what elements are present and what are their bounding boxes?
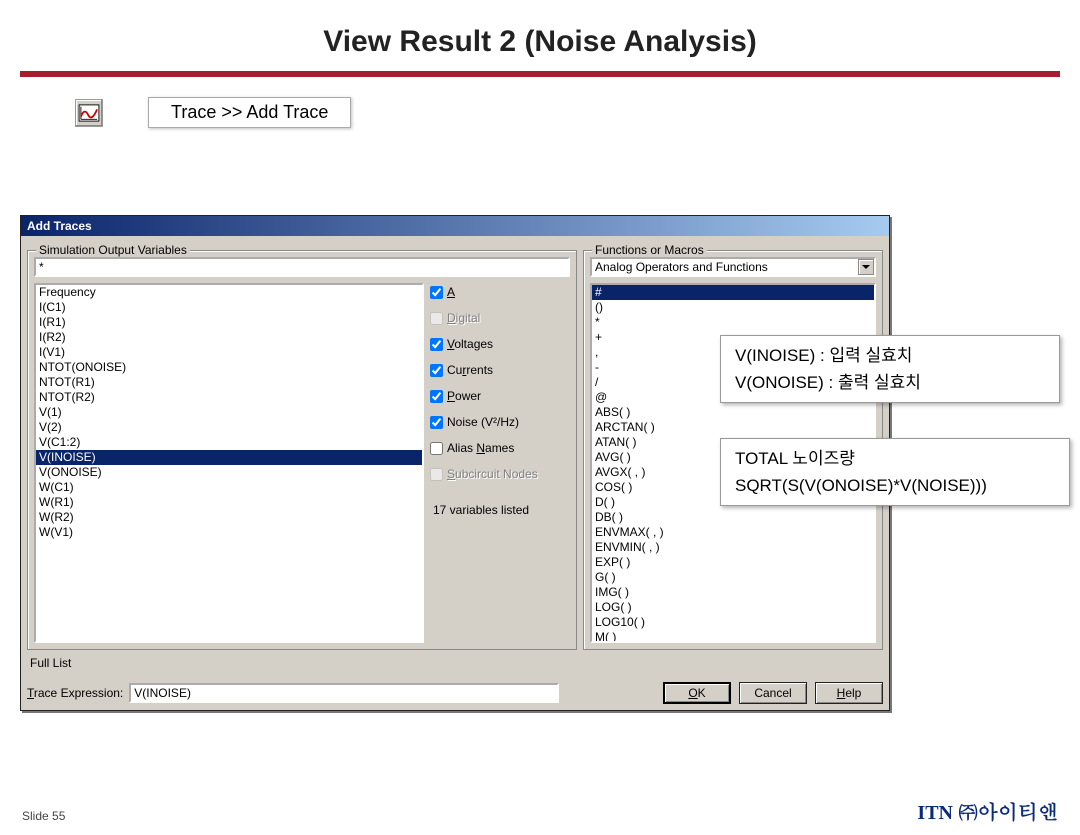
list-item[interactable]: I(R1) (36, 315, 422, 330)
list-item[interactable]: V(INOISE) (36, 450, 422, 465)
list-item[interactable]: EXP( ) (592, 555, 874, 570)
list-item[interactable]: V(1) (36, 405, 422, 420)
functions-dropdown-value[interactable] (590, 257, 876, 277)
list-item[interactable]: NTOT(ONOISE) (36, 360, 422, 375)
list-item[interactable]: IMG( ) (592, 585, 874, 600)
chk-alias[interactable]: Alias Names (430, 441, 570, 455)
sim-vars-group: Simulation Output Variables FrequencyI(C… (27, 250, 577, 650)
cancel-button[interactable]: Cancel (739, 682, 807, 704)
var-count: 17 variables listed (430, 503, 570, 517)
chk-analog[interactable]: A (430, 285, 570, 299)
annotation-line: V(INOISE) : 입력 실효치 (735, 342, 1045, 369)
chk-voltages[interactable]: Voltages (430, 337, 570, 351)
trace-expression-label: Trace Expression: (27, 686, 123, 700)
list-item[interactable]: ARCTAN( ) (592, 420, 874, 435)
annotation-inoise: V(INOISE) : 입력 실효치 V(ONOISE) : 출력 실효치 (720, 335, 1060, 403)
list-item[interactable]: I(C1) (36, 300, 422, 315)
list-item[interactable]: W(C1) (36, 480, 422, 495)
annotation-total-noise: TOTAL 노이즈량 SQRT(S(V(ONOISE)*V(NOISE))) (720, 438, 1070, 506)
chk-digital: Digital (430, 311, 570, 325)
list-item[interactable]: W(R1) (36, 495, 422, 510)
help-button[interactable]: Help (815, 682, 883, 704)
slide-number: Slide 55 (22, 809, 65, 823)
list-item[interactable]: M( ) (592, 630, 874, 643)
list-item[interactable]: G( ) (592, 570, 874, 585)
list-item[interactable]: Frequency (36, 285, 422, 300)
variables-listbox[interactable]: FrequencyI(C1)I(R1)I(R2)I(V1)NTOT(ONOISE… (34, 283, 424, 643)
chk-subcircuit: Subcircuit Nodes (430, 467, 570, 481)
list-item[interactable]: NTOT(R1) (36, 375, 422, 390)
list-item[interactable]: V(C1:2) (36, 435, 422, 450)
list-item[interactable]: NTOT(R2) (36, 390, 422, 405)
list-item[interactable]: DB( ) (592, 510, 874, 525)
chk-currents[interactable]: Currents (430, 363, 570, 377)
chk-power[interactable]: Power (430, 389, 570, 403)
filter-input[interactable] (34, 257, 570, 277)
list-item[interactable]: I(R2) (36, 330, 422, 345)
list-item[interactable]: # (592, 285, 874, 300)
ok-button[interactable]: OK (663, 682, 731, 704)
functions-dropdown[interactable] (590, 257, 876, 277)
list-item[interactable]: V(ONOISE) (36, 465, 422, 480)
divider (20, 71, 1060, 77)
company-logo: ITN ㈜아이티앤 (917, 796, 1058, 825)
trace-expression-input[interactable] (129, 683, 559, 703)
list-item[interactable]: W(V1) (36, 525, 422, 540)
list-item[interactable]: I(V1) (36, 345, 422, 360)
annotation-line: TOTAL 노이즈량 (735, 445, 1055, 472)
list-item[interactable]: * (592, 315, 874, 330)
chk-noise[interactable]: Noise (V²/Hz) (430, 415, 570, 429)
sim-vars-label: Simulation Output Variables (36, 243, 190, 257)
breadcrumb-row: Trace >> Add Trace (75, 97, 1080, 128)
list-item[interactable]: LOG( ) (592, 600, 874, 615)
list-item[interactable]: V(2) (36, 420, 422, 435)
list-item[interactable]: ENVMAX( , ) (592, 525, 874, 540)
list-item[interactable]: () (592, 300, 874, 315)
breadcrumb: Trace >> Add Trace (148, 97, 351, 128)
dialog-title: Add Traces (21, 216, 889, 236)
full-list-label: Full List (27, 656, 883, 670)
list-item[interactable]: LOG10( ) (592, 615, 874, 630)
page-title: View Result 2 (Noise Analysis) (0, 25, 1080, 59)
annotation-line: SQRT(S(V(ONOISE)*V(NOISE))) (735, 472, 1055, 499)
annotation-line: V(ONOISE) : 출력 실효치 (735, 369, 1045, 396)
trace-tool-icon[interactable] (75, 99, 103, 127)
list-item[interactable]: ENVMIN( , ) (592, 540, 874, 555)
list-item[interactable]: W(R2) (36, 510, 422, 525)
functions-label: Functions or Macros (592, 243, 707, 257)
chevron-down-icon[interactable] (858, 259, 874, 275)
filter-checks: A Digital Voltages Currents Power Noise … (430, 283, 570, 643)
list-item[interactable]: ABS( ) (592, 405, 874, 420)
